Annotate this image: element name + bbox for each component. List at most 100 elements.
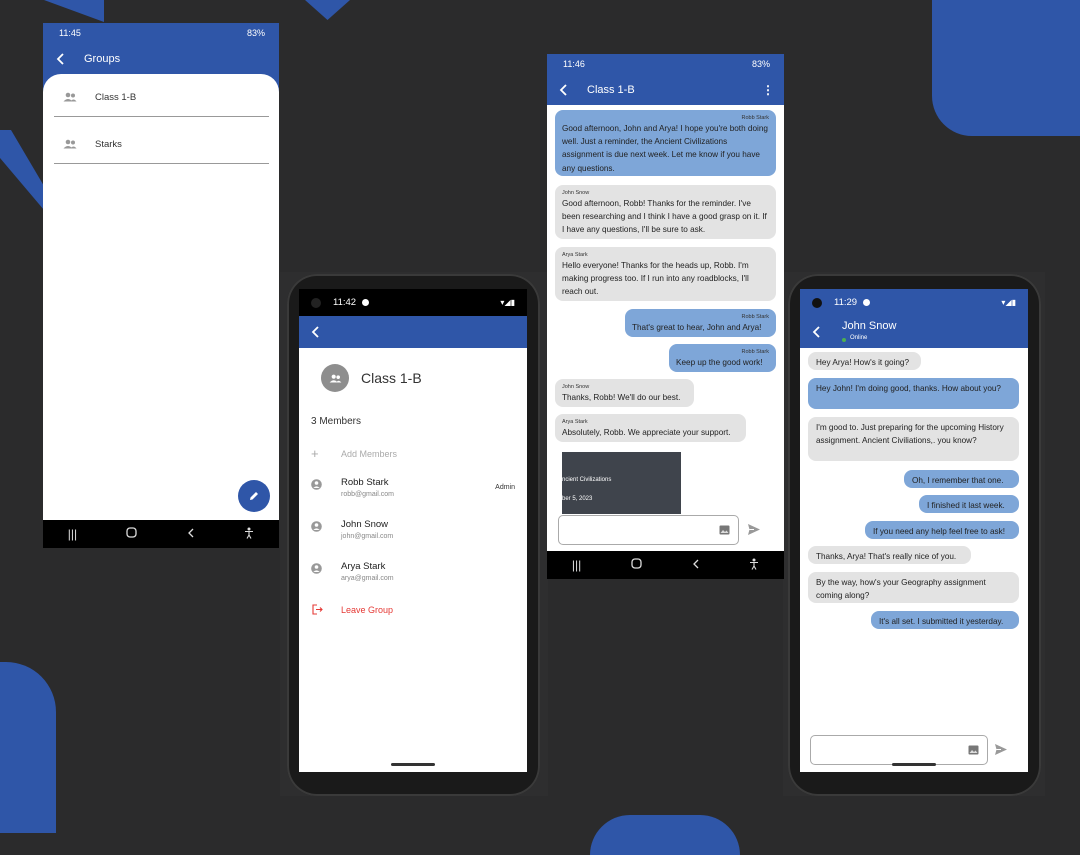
- home-indicator: [391, 763, 435, 766]
- group-chat-screen: 11:46 83% Class 1-B ⋮ Robb Stark Good af…: [547, 54, 784, 579]
- status-bar: 11:46 83%: [547, 54, 784, 74]
- group-item-class-1b[interactable]: Class 1-B: [63, 88, 136, 106]
- message-sender: Robb Stark: [741, 314, 769, 320]
- group-header: Class 1-B: [321, 364, 422, 392]
- group-icon: [63, 139, 77, 149]
- message-bubble: Arya Stark Hello everyone! Thanks for th…: [555, 247, 776, 301]
- back-icon[interactable]: [187, 527, 195, 541]
- contact-status: Online: [850, 335, 868, 341]
- decor-stripe-left: [0, 130, 44, 210]
- groups-list-panel: Class 1-B Starks: [43, 74, 279, 520]
- message-sender: Arya Stark: [562, 252, 588, 258]
- home-icon[interactable]: [126, 527, 138, 541]
- message-sender: Robb Stark: [741, 115, 769, 121]
- group-name: Class 1-B: [361, 370, 422, 386]
- image-icon[interactable]: [719, 525, 730, 535]
- direct-chat-screen: 11:29 ▾◢▮ John Snow Online Hey Arya! How…: [800, 289, 1028, 772]
- status-time: 11:45: [59, 28, 81, 38]
- member-item[interactable]: Robb Stark robb@gmail.com Admin: [311, 477, 517, 503]
- accessibility-icon[interactable]: [749, 558, 759, 573]
- member-email: arya@gmail.com: [341, 575, 394, 582]
- member-item[interactable]: Arya Stark arya@gmail.com: [311, 561, 517, 587]
- message-bubble: By the way, how's your Geography assignm…: [808, 572, 1019, 603]
- message-text: Absolutely, Robb. We appreciate your sup…: [562, 428, 731, 437]
- recents-icon[interactable]: |||: [572, 558, 581, 572]
- group-icon: [329, 374, 342, 383]
- app-bar: Class 1-B ⋮: [547, 74, 784, 105]
- message-text: That's great to hear, John and Arya!: [632, 323, 762, 332]
- person-icon: [311, 479, 322, 490]
- image-icon[interactable]: [968, 745, 979, 755]
- person-icon: [311, 521, 322, 532]
- send-icon[interactable]: [994, 743, 1008, 756]
- leave-group-label: Leave Group: [341, 604, 394, 615]
- message-bubble: Thanks, Arya! That's really nice of you.: [808, 546, 971, 564]
- back-arrow-icon[interactable]: [53, 51, 69, 67]
- status-time: 11:29: [834, 297, 858, 308]
- back-arrow-icon[interactable]: [812, 326, 822, 338]
- back-arrow-icon[interactable]: [557, 83, 571, 96]
- app-bar: John Snow Online: [800, 316, 1028, 348]
- home-indicator: [892, 763, 936, 766]
- group-item-starks[interactable]: Starks: [63, 135, 122, 153]
- send-icon[interactable]: [747, 523, 761, 536]
- message-bubble: Hey John! I'm doing good, thanks. How ab…: [808, 378, 1019, 409]
- messages-area: Hey Arya! How's it going? Hey John! I'm …: [800, 348, 1028, 723]
- more-vert-icon[interactable]: ⋮: [762, 84, 774, 96]
- group-icon: [63, 92, 77, 102]
- add-members-button[interactable]: + Add Members: [311, 446, 397, 461]
- message-bubble: If you need any help feel free to ask!: [865, 521, 1019, 539]
- leave-group-button[interactable]: Leave Group: [311, 604, 393, 615]
- message-bubble: Hey Arya! How's it going?: [808, 352, 921, 370]
- attachment-preview[interactable]: ncient Civilizations ber 5, 2023: [562, 452, 681, 514]
- message-text: Thanks, Robb! We'll do our best.: [562, 393, 681, 402]
- message-sender: John Snow: [562, 384, 590, 390]
- message-text: Hello everyone! Thanks for the heads up,…: [562, 261, 749, 297]
- member-name: Arya Stark: [341, 561, 386, 572]
- add-members-label: Add Members: [341, 448, 398, 459]
- accessibility-icon[interactable]: [244, 527, 254, 542]
- status-bar: 11:45 83%: [43, 23, 279, 43]
- message-input[interactable]: [558, 515, 739, 545]
- message-bubble: Robb Stark Good afternoon, John and Arya…: [555, 110, 776, 176]
- message-bubble: John Snow Thanks, Robb! We'll do our bes…: [555, 379, 694, 407]
- compose-fab[interactable]: [238, 480, 270, 512]
- members-count: 3 Members: [311, 416, 362, 427]
- attachment-date: ber 5, 2023: [562, 496, 593, 502]
- status-time: 11:42: [333, 297, 357, 308]
- message-sender: Arya Stark: [562, 419, 588, 425]
- home-icon[interactable]: [631, 558, 642, 572]
- message-bubble: John Snow Good afternoon, Robb! Thanks f…: [555, 185, 776, 239]
- status-bar: 11:29 ▾◢▮: [800, 289, 1028, 316]
- notification-icon: [362, 299, 370, 306]
- message-text: Good afternoon, John and Arya! I hope yo…: [562, 124, 768, 173]
- recents-icon[interactable]: |||: [68, 527, 77, 541]
- decor-blob-top-right: [932, 0, 1080, 136]
- app-bar: [299, 316, 527, 348]
- signal-icon: ▾◢▮: [1001, 298, 1016, 307]
- message-bubble: Robb Stark That's great to hear, John an…: [625, 309, 776, 337]
- message-text: Good afternoon, Robb! Thanks for the rem…: [562, 199, 767, 235]
- signal-icon: ▾◢▮: [500, 298, 515, 307]
- status-time: 11:46: [563, 59, 585, 69]
- message-input[interactable]: [810, 735, 988, 765]
- attachment-title: ncient Civilizations: [562, 477, 612, 483]
- back-arrow-icon[interactable]: [311, 326, 321, 338]
- message-bubble: Arya Stark Absolutely, Robb. We apprecia…: [555, 414, 746, 442]
- divider: [54, 116, 269, 117]
- message-sender: Robb Stark: [741, 349, 769, 355]
- decor-triangle-top-center: [305, 0, 350, 20]
- page-title: Groups: [84, 52, 121, 65]
- message-bubble: I finished it last week.: [919, 495, 1019, 513]
- decor-triangle-top-left: [44, 0, 104, 22]
- message-bubble: Robb Stark Keep up the good work!: [669, 344, 776, 372]
- member-email: robb@gmail.com: [341, 491, 395, 498]
- status-battery: 83%: [751, 59, 770, 69]
- status-battery: 83%: [246, 28, 265, 38]
- decor-blob-bottom-left: [0, 662, 56, 833]
- back-icon[interactable]: [692, 558, 700, 572]
- system-nav-bar: |||: [43, 520, 279, 548]
- phone-frame-group-info: 11:42 ▾◢▮ Class 1-B 3 Members + Add Memb…: [287, 274, 540, 796]
- group-name: Class 1-B: [95, 91, 137, 103]
- member-item[interactable]: John Snow john@gmail.com: [311, 519, 517, 545]
